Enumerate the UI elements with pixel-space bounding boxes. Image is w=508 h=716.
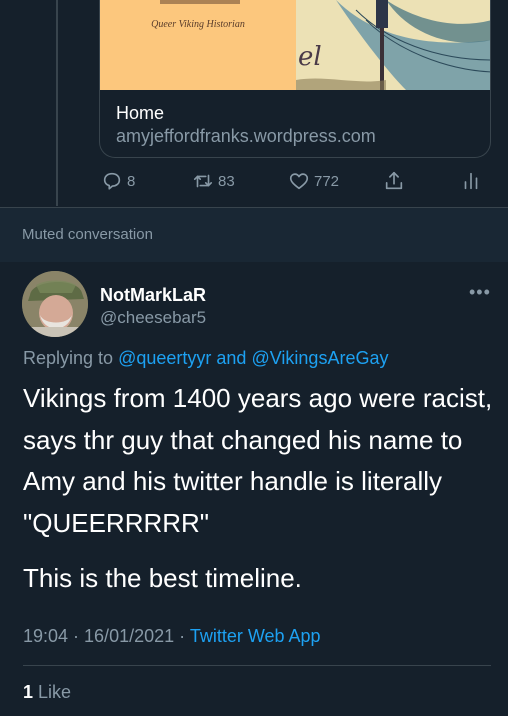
tweet-timestamp[interactable]: 19:04 · 16/01/2021 · [23, 626, 185, 646]
thread-connector-line [56, 0, 58, 206]
muted-conversation-bar: Muted conversation [0, 207, 508, 262]
tweet[interactable]: NotMarkLaR @cheesebar5 ••• Replying to @… [0, 262, 508, 716]
tweet-text-paragraph-2: This is the best timeline. [23, 563, 302, 593]
like-button[interactable]: 772 [288, 166, 339, 196]
divider [23, 665, 491, 666]
likes-label: Like [38, 682, 72, 702]
analytics-button[interactable] [460, 166, 482, 196]
retweet-icon [193, 174, 213, 188]
tweet-metadata: 19:04 · 16/01/2021 · Twitter Web App [23, 626, 321, 647]
tweet-text: Vikings from 1400 years ago were racist,… [23, 378, 493, 600]
tweet-text-paragraph-1: Vikings from 1400 years ago were racist,… [23, 383, 493, 538]
more-options-icon[interactable]: ••• [469, 282, 491, 303]
replying-and: and [216, 348, 247, 368]
image-script-text: el [298, 42, 322, 72]
like-icon [289, 173, 309, 190]
like-count: 772 [314, 172, 340, 190]
author-name[interactable]: NotMarkLaR [100, 285, 206, 306]
tweet-source-link[interactable]: Twitter Web App [190, 626, 321, 646]
muted-conversation-label: Muted conversation [22, 226, 153, 243]
avatar[interactable] [22, 271, 88, 337]
author-handle[interactable]: @cheesebar5 [100, 308, 206, 328]
link-card-url[interactable]: amyjeffordfranks.wordpress.com [116, 126, 376, 147]
tweet-action-bar: 8 83 772 [99, 166, 491, 196]
analytics-icon [464, 172, 478, 190]
share-icon [385, 171, 403, 190]
reply-icon [103, 172, 121, 190]
mention-link-2[interactable]: @VikingsAreGay [251, 348, 388, 368]
retweet-count: 83 [218, 172, 235, 190]
likes-count: 1 [23, 682, 34, 702]
link-preview-card[interactable]: Queer Viking Historian el Home amyjeffor… [99, 0, 491, 158]
reply-button[interactable]: 8 [101, 166, 135, 196]
mention-link-1[interactable]: @queertyyr [118, 348, 211, 368]
replying-prefix: Replying to [23, 348, 114, 368]
likes-summary[interactable]: 1 Like [23, 682, 71, 703]
share-button[interactable] [383, 166, 405, 196]
retweet-button[interactable]: 83 [192, 166, 235, 196]
reply-count: 8 [127, 172, 136, 190]
link-preview-image: Queer Viking Historian el [100, 0, 490, 90]
image-subtitle: Queer Viking Historian [151, 19, 245, 30]
replying-to-line: Replying to @queertyyr and @VikingsAreGa… [23, 348, 388, 369]
link-card-title[interactable]: Home [116, 103, 164, 124]
